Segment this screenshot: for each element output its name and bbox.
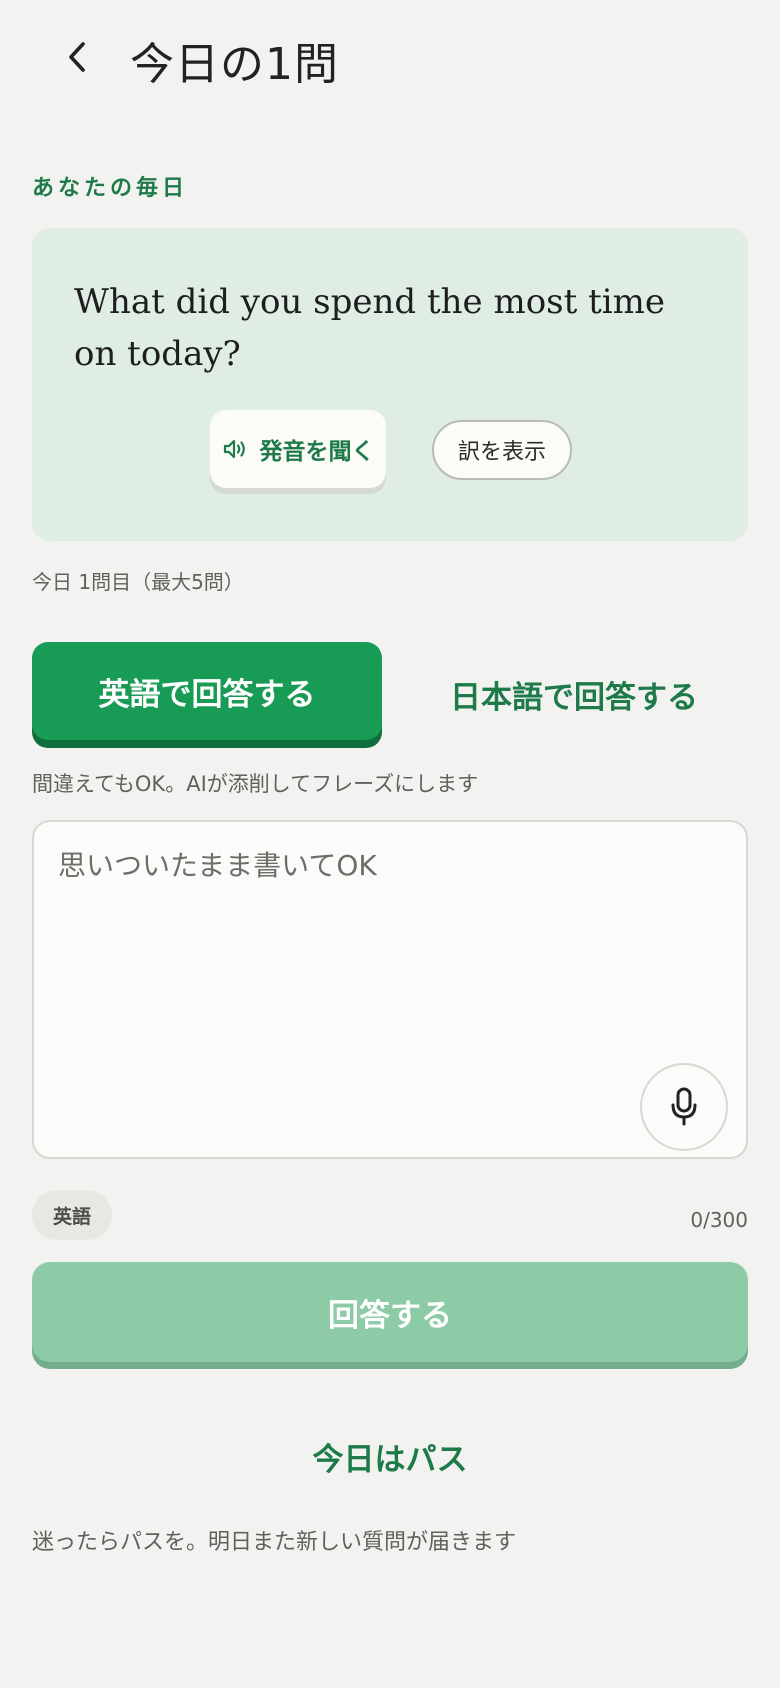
show-translation-button[interactable]: 訳を表示	[432, 420, 572, 480]
submit-answer-button[interactable]: 回答する	[32, 1262, 748, 1362]
chevron-left-icon	[69, 42, 85, 72]
question-card: What did you spend the most time on toda…	[32, 228, 748, 541]
answer-box	[32, 820, 748, 1159]
answer-in-japanese-button[interactable]: 日本語で回答する	[400, 648, 748, 740]
listen-pronunciation-button[interactable]: 発音を聞く	[210, 410, 386, 488]
char-count: 0/300	[690, 1208, 748, 1232]
question-text: What did you spend the most time on toda…	[74, 282, 665, 374]
progress-text: 今日 1問目（最大5問）	[32, 570, 244, 594]
speaker-icon	[223, 439, 245, 459]
answer-hint: 間違えてもOK。AIが添削してフレーズにします	[32, 772, 479, 796]
language-chip: 英語	[32, 1190, 112, 1240]
microphone-icon	[671, 1087, 697, 1126]
section-label: あなたの毎日	[32, 176, 189, 201]
pass-hint: 迷ったらパスを。明日また新しい質問が届きます	[32, 1530, 517, 1555]
voice-input-button[interactable]	[640, 1063, 728, 1151]
back-button[interactable]	[52, 26, 102, 88]
pass-today-button[interactable]: 今日はパス	[240, 1424, 540, 1488]
answer-in-english-button[interactable]: 英語で回答する	[32, 642, 382, 740]
page-title: 今日の1問	[130, 39, 339, 90]
answer-input[interactable]	[58, 844, 658, 1044]
header: 今日の1問	[0, 0, 780, 120]
listen-label: 発音を聞く	[259, 439, 375, 465]
